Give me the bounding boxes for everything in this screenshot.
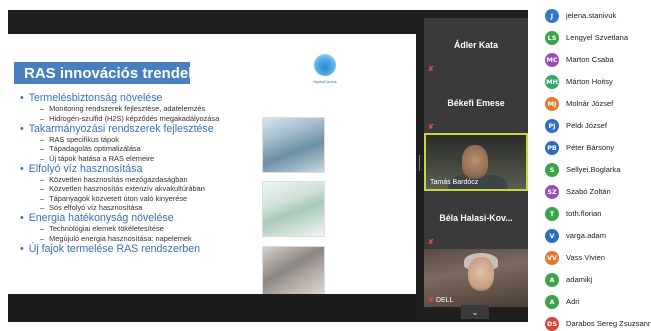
participant-name: toth.florian	[566, 209, 602, 218]
participant-caption: DELL	[436, 297, 454, 304]
collapse-tiles-button[interactable]: ⌄	[461, 305, 489, 319]
shared-slide: RAS innovációs trendek HydroCorvus Terme…	[8, 34, 416, 294]
slide-bullet: Takarmányozási rendszerek fejlesztése	[20, 123, 290, 135]
slide-bottom-area	[8, 294, 416, 322]
avatar: J	[545, 9, 559, 23]
avatar: A	[545, 273, 559, 287]
participant-name: Sellyei.Boglarka	[566, 165, 621, 174]
avatar: V	[545, 229, 559, 243]
slide-bullet: Energia hatékonyság növelése	[20, 212, 290, 224]
participant-name: Ádler Kata	[454, 40, 498, 50]
avatar: MH	[545, 75, 559, 89]
slide-bullet: Elfolyó víz hasznosítása	[20, 163, 290, 175]
participant-name: Darabos Sereg Zsuzsanna	[566, 319, 651, 328]
slide-subbullet: Sós elfolyó víz hasznosítása	[20, 203, 290, 212]
participant-name: Péter Bársony	[566, 143, 615, 152]
avatar: DS	[545, 317, 559, 331]
slide-photo-lab	[262, 181, 325, 237]
logo-text: HydroCorvus	[313, 79, 337, 84]
avatar: PB	[545, 141, 559, 155]
participant-name: Peldi József	[566, 121, 607, 130]
slide-subbullet: Megújuló energia hasznosítása: napelemek	[20, 234, 290, 243]
avatar: SZ	[545, 185, 559, 199]
avatar: VV	[545, 251, 559, 265]
avatar: A	[545, 295, 559, 309]
slide-subbullet: Új tápok hatása a RAS elemeire	[20, 154, 290, 163]
participant-name: Vass Vivien	[566, 253, 605, 262]
avatar: LS	[545, 31, 559, 45]
meeting-stage: RAS innovációs trendek HydroCorvus Terme…	[0, 0, 533, 331]
slide-photo-fish	[262, 246, 325, 294]
slide-subbullet: Tápadagolás optimalizálása	[20, 144, 290, 153]
video-person-face	[462, 145, 488, 179]
participant-name: Lengyel Szvetlana	[566, 33, 629, 42]
slide-subbullet: Technológiai elemek tökéletesítése	[20, 224, 290, 233]
participant-name: Márton Hoitsy	[566, 77, 613, 86]
logo-mark-icon	[314, 54, 336, 76]
video-tile-bardocz-active-speaker[interactable]: Tamás Bardócz	[424, 133, 528, 191]
mic-muted-icon: ✘	[428, 66, 434, 73]
avatar: T	[545, 207, 559, 221]
participant-name: Molnár József	[566, 99, 614, 108]
slide-subbullet: Hidrogén-szulfid (H2S) képződés megakadá…	[20, 114, 290, 123]
slide-bullet-list: Termelésbiztonság növeléseMonitoring ren…	[20, 92, 290, 255]
participant-name: Adri	[566, 297, 580, 306]
participant-caption: Tamás Bardócz	[430, 179, 479, 186]
participants-panel: Jjelena.stanivuk LS Lengyel Szvetlana MC Mar…	[533, 0, 651, 331]
slide-photo-tanks	[262, 117, 325, 173]
mic-muted-icon: ✘	[428, 297, 434, 304]
video-tile-halasi[interactable]: Béla Halasi-Kov... ✘	[424, 191, 528, 249]
slide-subbullet: Közvetlen hasznosítás mezőgazdaságban	[20, 175, 290, 184]
video-tile-dell[interactable]: DELL ✘	[424, 249, 528, 307]
slide-subbullet: Tápanyagok közvetett úton való kinyerése	[20, 194, 290, 203]
participant-name: jelena.stanivuk	[566, 11, 617, 20]
avatar: MC	[545, 53, 559, 67]
participant-name: adamikj	[566, 275, 593, 284]
participant-name: Békefi Emese	[447, 98, 505, 108]
video-tile-bekefi[interactable]: Békefi Emese ✘	[424, 76, 528, 134]
mic-muted-icon: ✘	[428, 239, 434, 246]
participant-name: Szabó Zoltán	[566, 187, 611, 196]
hydrocorvus-logo: HydroCorvus	[310, 54, 340, 94]
participant-name: varga.adam	[566, 231, 607, 240]
participant-name: Marton Csaba	[566, 55, 614, 64]
video-person-face	[468, 257, 494, 291]
slide-subbullet: Közvetlen hasznosítás extenzív akvakultú…	[20, 184, 290, 193]
slide-subbullet: Monitoring rendszerek fejlesztése, adate…	[20, 104, 290, 113]
video-tile-adler[interactable]: Ádler Kata ✘	[424, 18, 528, 76]
mic-muted-icon: ✘	[428, 124, 434, 131]
avatar: MJ	[545, 97, 559, 111]
slide-title-bar: RAS innovációs trendek	[14, 62, 197, 84]
avatar: S	[545, 163, 559, 177]
slide-bullet: Új fajok termelése RAS rendszerben	[20, 243, 290, 255]
avatar: PJ	[545, 119, 559, 133]
slide-subbullet: RAS specifikus tápok	[20, 135, 290, 144]
slide-title: RAS innovációs trendek	[24, 65, 197, 82]
slide-bullet: Termelésbiztonság növelése	[20, 92, 290, 104]
participant-name: Béla Halasi-Kov...	[439, 213, 513, 223]
